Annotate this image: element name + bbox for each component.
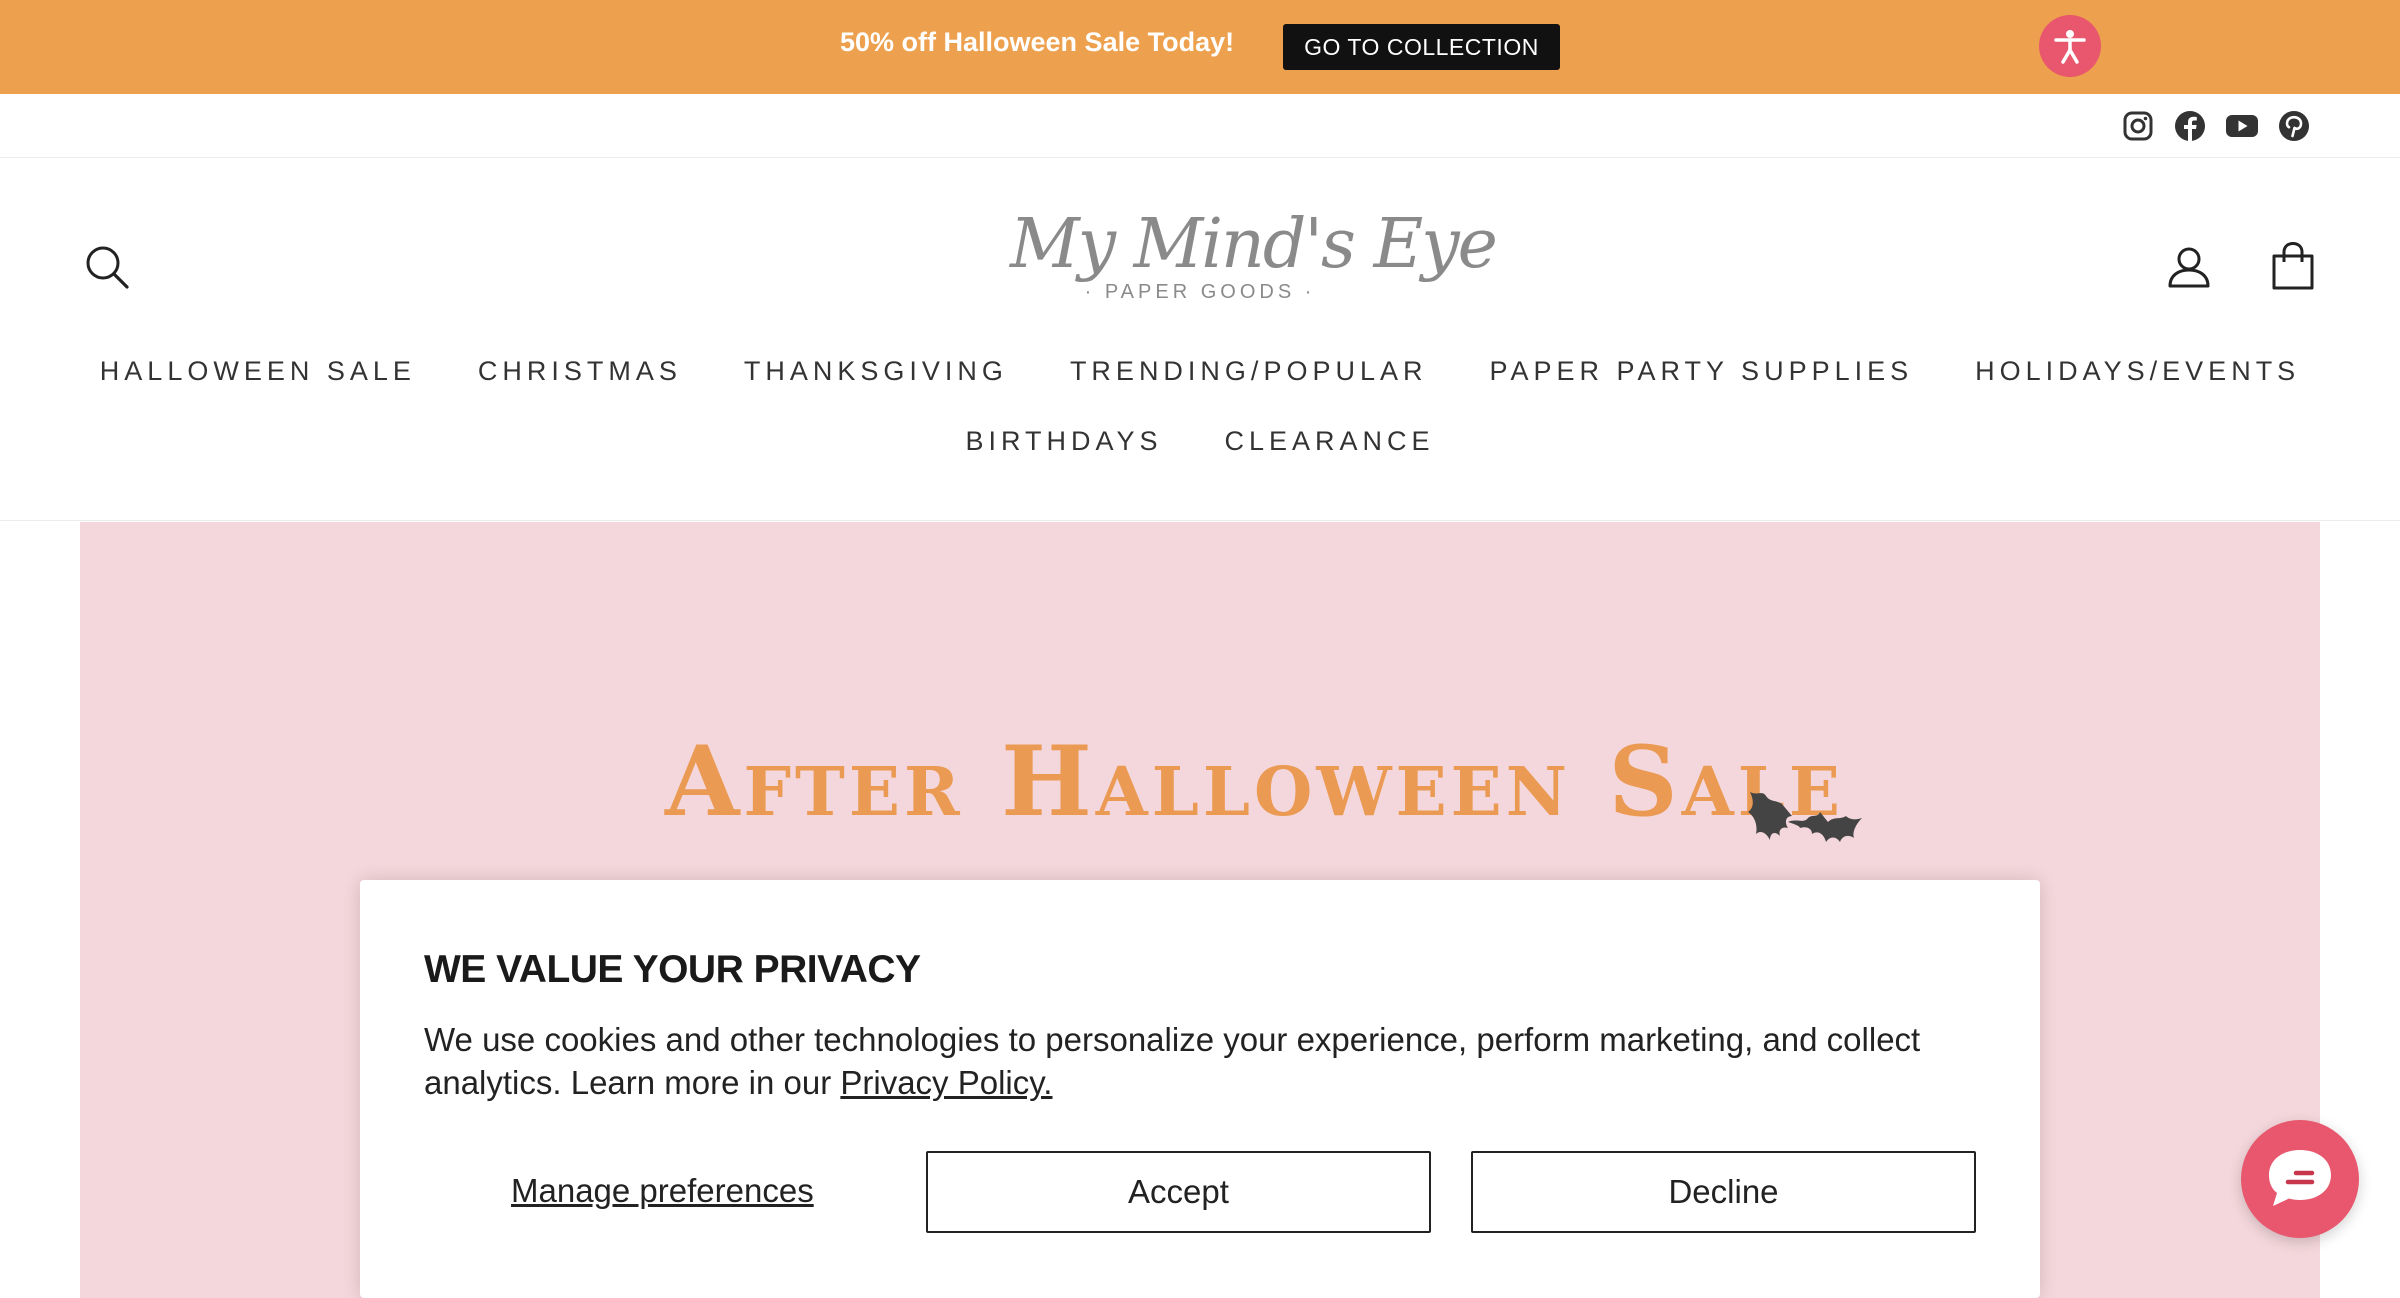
nav-item-clearance[interactable]: CLEARANCE [1225,426,1435,457]
privacy-dialog-title: WE VALUE YOUR PRIVACY [424,948,921,991]
privacy-policy-link[interactable]: Privacy Policy. [840,1064,1052,1101]
pinterest-icon [2279,111,2309,141]
search-button[interactable] [80,240,134,294]
header-divider [0,520,2400,521]
instagram-icon [2123,111,2153,141]
chat-button[interactable] [2241,1120,2359,1238]
privacy-dialog-body: We use cookies and other technologies to… [424,1018,1944,1104]
cart-button[interactable] [2266,238,2320,294]
hero-title: After Halloween Sale [665,725,1844,838]
facebook-icon [2175,111,2205,141]
nav-item-birthdays[interactable]: BIRTHDAYS [965,426,1162,457]
pinterest-link[interactable] [2276,108,2312,144]
cart-bag-icon [2272,241,2314,290]
search-icon [86,246,129,289]
go-to-collection-button[interactable]: GO TO COLLECTION [1283,24,1560,70]
announcement-bar: 50% off Halloween Sale Today! GO TO COLL… [0,0,2400,94]
logo-script: My Mind's Eye [1010,205,1498,284]
manage-preferences-link[interactable]: Manage preferences [511,1172,814,1210]
decline-button[interactable]: Decline [1471,1151,1976,1233]
nav-item-thanksgiving[interactable]: THANKSGIVING [744,356,1008,387]
accept-button[interactable]: Accept [926,1151,1431,1233]
youtube-link[interactable] [2224,108,2260,144]
privacy-dialog-text: We use cookies and other technologies to… [424,1021,1921,1101]
nav-item-christmas[interactable]: CHRISTMAS [478,356,682,387]
main-nav-row-2: BIRTHDAYS CLEARANCE [0,426,2400,457]
bats-icon [1748,792,1862,842]
account-icon [2168,247,2210,288]
accessibility-button[interactable] [2039,15,2101,77]
announcement-text: 50% off Halloween Sale Today! [840,27,1235,57]
main-nav-row-1: HALLOWEEN SALE CHRISTMAS THANKSGIVING TR… [0,356,2400,387]
instagram-link[interactable] [2120,108,2156,144]
accessibility-person-icon [2054,30,2086,64]
account-button[interactable] [2162,240,2216,294]
privacy-consent-dialog: WE VALUE YOUR PRIVACY We use cookies and… [360,880,2040,1298]
nav-item-holidays-events[interactable]: HOLIDAYS/EVENTS [1975,356,2300,387]
site-logo[interactable]: My Mind's Eye · PAPER GOODS · [1010,205,1498,325]
nav-item-trending-popular[interactable]: TRENDING/POPULAR [1070,356,1428,387]
chat-bubble-icon [2269,1150,2331,1206]
facebook-link[interactable] [2172,108,2208,144]
nav-item-halloween-sale[interactable]: HALLOWEEN SALE [100,356,416,387]
youtube-icon [2226,115,2258,137]
social-bar [0,94,2400,158]
nav-item-paper-party-supplies[interactable]: PAPER PARTY SUPPLIES [1489,356,1913,387]
